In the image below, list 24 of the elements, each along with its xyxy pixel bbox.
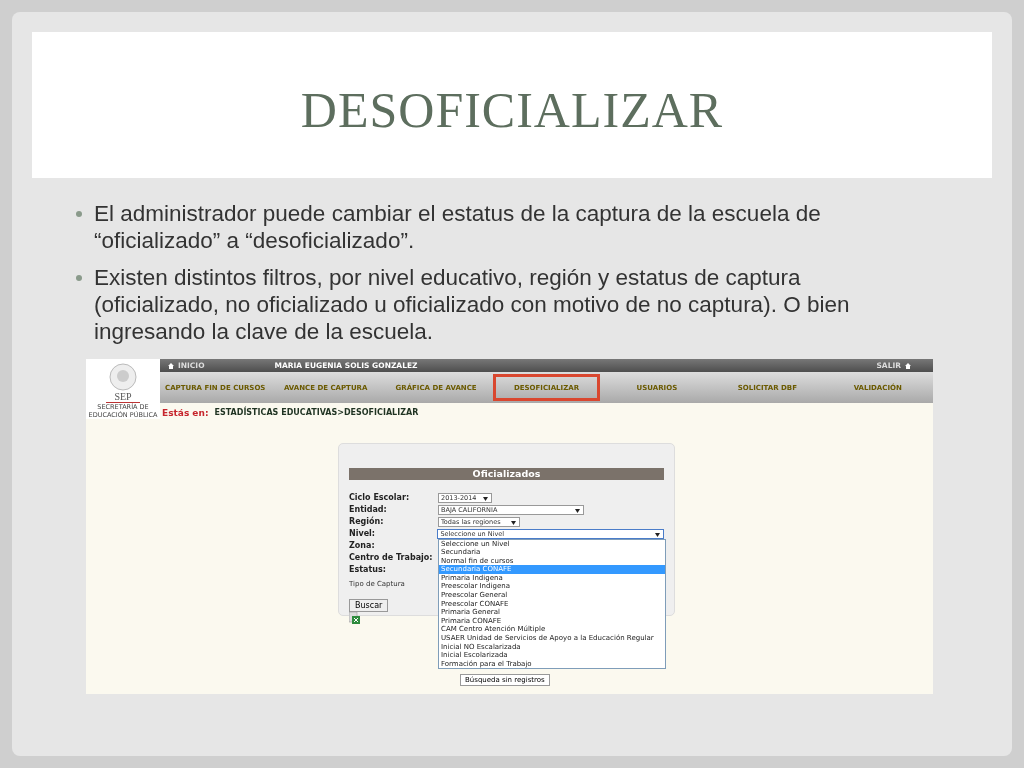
caret-icon: [483, 496, 488, 501]
caret-icon: [511, 520, 516, 525]
house-icon: [168, 362, 174, 369]
field-label: Entidad:: [349, 503, 388, 516]
field-label: Estatus:: [349, 563, 387, 576]
bullet-icon: [76, 275, 82, 281]
breadcrumb-path: ESTADÍSTICAS EDUCATIVAS>DESOFICIALIZAR: [214, 407, 419, 419]
search-button[interactable]: Buscar: [349, 599, 389, 612]
bullet-text: El administrador puede cambiar el estatus de la captura de la escuela de “oficializado” a “desoficializado”.: [94, 200, 822, 254]
field-label: Nivel:: [349, 527, 377, 540]
bullet-text: Existen distintos filtros, por nivel educativo, región y estatus de captura (oficializado, no oficializado u oficializado con motivo de no captura). O bien ingresando la clave de la escuela.: [94, 264, 851, 345]
breadcrumb-label: Estás en:: [162, 407, 209, 420]
slide-title: DESOFICIALIZAR: [300, 81, 724, 140]
field-label: Ciclo Escolar:: [349, 491, 411, 504]
field-label: Región:: [349, 515, 385, 528]
caret-icon: [575, 508, 580, 513]
panel-title: Oficializados: [349, 467, 664, 480]
seal-icon: [109, 363, 137, 391]
logo-text: SEP: [106, 391, 140, 403]
house-icon: [905, 362, 911, 369]
spreadsheet-icon[interactable]: [349, 612, 360, 624]
field-label: Centro de Trabajo:: [349, 551, 434, 564]
field-label: Zona:: [349, 539, 376, 552]
bullet-icon: [76, 211, 82, 217]
